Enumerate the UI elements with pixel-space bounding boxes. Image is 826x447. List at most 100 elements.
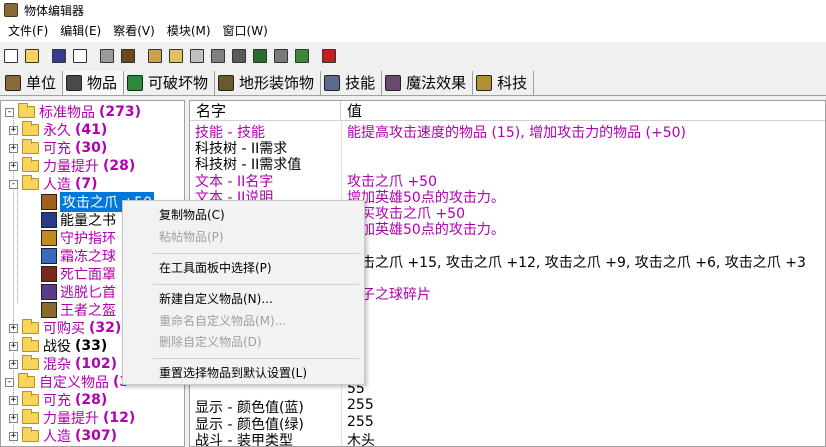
tree-folder[interactable]: + 力量提升 (12) (9, 409, 135, 427)
context-menu-item[interactable]: 新建自定义物品(N)... (159, 289, 273, 309)
tree-guide-line (17, 185, 18, 303)
new-button[interactable] (1, 46, 21, 66)
units-tab-icon (5, 74, 21, 91)
tree-folder-label: 战役 (43, 339, 71, 355)
dagger-icon (41, 284, 57, 300)
collapse-icon[interactable]: - (9, 179, 18, 189)
context-menu-item[interactable]: 在工具面板中选择(P) (159, 258, 272, 278)
expand-icon[interactable]: + (9, 431, 18, 441)
expand-icon[interactable]: + (9, 143, 18, 153)
tree-folder-count: (30) (75, 140, 108, 156)
book-icon (41, 212, 57, 228)
menu-item[interactable]: 文件(F) (2, 20, 54, 42)
tree-item-label: 逃脱匕首 (60, 285, 116, 301)
name-column-header[interactable]: 名字 (190, 101, 341, 121)
copy-button[interactable] (70, 46, 90, 66)
unit-button[interactable] (118, 46, 138, 66)
open-icon (25, 49, 39, 63)
text-button[interactable] (166, 46, 186, 66)
terrain-icon (148, 49, 162, 63)
tree-item[interactable]: 王者之盔 (41, 301, 116, 319)
context-menu-item[interactable]: 复制物品(C) (159, 205, 225, 225)
tree-folder[interactable]: + 混杂 (102) (9, 355, 117, 373)
sound-icon (190, 49, 204, 63)
text-icon (169, 49, 183, 63)
new-icon (4, 49, 18, 63)
folder-icon (18, 373, 35, 388)
tree-folder-label: 混杂 (43, 357, 71, 373)
folder-icon (22, 391, 39, 406)
tree-folder[interactable]: + 可充 (28) (9, 391, 107, 409)
open-button[interactable] (22, 46, 42, 66)
context-menu-item: 重命名自定义物品(M)... (159, 314, 287, 328)
frost-orb-icon (41, 248, 57, 264)
tab-label: 物品 (87, 74, 118, 92)
paste-button[interactable] (97, 46, 117, 66)
tree-folder[interactable]: + 力量提升 (28) (9, 157, 135, 175)
save-icon (52, 49, 66, 63)
export-button[interactable] (292, 46, 312, 66)
expand-icon[interactable]: + (9, 323, 18, 333)
tab-destructibles[interactable]: 可破坏物 (124, 70, 216, 95)
tab-buffs[interactable]: 魔法效果 (382, 70, 474, 95)
import-icon (274, 49, 288, 63)
menu-item[interactable]: 察看(V) (107, 20, 161, 42)
collapse-icon[interactable]: - (5, 107, 14, 117)
abilities-tab-icon (324, 74, 341, 91)
expand-icon[interactable]: + (9, 125, 18, 135)
test-map-button[interactable] (319, 46, 339, 66)
window-title: 物体编辑器 (24, 3, 85, 18)
upgrades-tab-icon (476, 74, 493, 91)
expand-icon[interactable]: + (9, 395, 18, 405)
sound-button[interactable] (187, 46, 207, 66)
menu-bar: 文件(F) 编辑(E) 察看(V) 模块(M) 窗口(W) (0, 20, 826, 42)
trigger-button[interactable] (250, 46, 270, 66)
tree-folder-label: 标准物品 (39, 105, 95, 121)
tree-item[interactable]: 能量之书 (41, 211, 116, 229)
tree-folder[interactable]: + 可充 (30) (9, 139, 107, 157)
tree-item[interactable]: 守护指环 (41, 229, 116, 247)
context-menu-item: 删除自定义物品(D) (159, 335, 262, 349)
tab-items[interactable]: 物品 (63, 70, 125, 95)
paste-icon (100, 49, 114, 63)
tree-folder[interactable]: - 标准物品 (273) (5, 103, 141, 121)
terrain-button[interactable] (145, 46, 165, 66)
folder-icon (22, 355, 39, 370)
mask-icon (41, 266, 57, 282)
expand-icon[interactable]: + (9, 359, 18, 369)
tab-units[interactable]: 单位 (2, 70, 64, 95)
menu-item[interactable]: 窗口(W) (217, 20, 274, 42)
import-button[interactable] (271, 46, 291, 66)
ai-button[interactable] (208, 46, 228, 66)
expand-icon[interactable]: + (9, 341, 18, 351)
tree-folder[interactable]: + 人造 (307) (9, 427, 117, 445)
tree-item[interactable]: 霜冻之球 (41, 247, 116, 265)
save-button[interactable] (49, 46, 69, 66)
folder-icon (22, 139, 39, 154)
tree-folder[interactable]: - 人造 (7) (9, 175, 98, 193)
menu-item[interactable]: 编辑(E) (54, 20, 107, 42)
export-icon (295, 49, 309, 63)
menu-item[interactable]: 模块(M) (161, 20, 217, 42)
property-value: 255 (347, 397, 374, 414)
tab-upgrades[interactable]: 科技 (473, 70, 535, 95)
tab-abilities[interactable]: 技能 (321, 70, 383, 95)
collapse-icon[interactable]: - (5, 377, 14, 387)
property-value: 木头 (347, 432, 375, 447)
tree-item[interactable]: 逃脱匕首 (41, 283, 116, 301)
folder-icon (18, 103, 35, 118)
context-menu-item[interactable]: 重置选择物品到默认设置(L) (159, 363, 307, 383)
tree-folder[interactable]: -自定义物品(3 (5, 373, 129, 391)
expand-icon[interactable]: + (9, 413, 18, 423)
tree-folder[interactable]: + 可购买 (32) (9, 319, 121, 337)
keyboard-button[interactable] (229, 46, 249, 66)
tree-item[interactable]: 死亡面罩 (41, 265, 116, 283)
tree-folder[interactable]: + 战役 (33) (9, 337, 107, 355)
value-column-header[interactable]: 值 (341, 101, 825, 121)
expand-icon[interactable]: + (9, 161, 18, 171)
tab-doodads[interactable]: 地形装饰物 (215, 70, 322, 95)
tree-folder[interactable]: + 永久 (41) (9, 121, 107, 139)
grid-header: 名字 值 (190, 101, 825, 121)
tree-item-label: 守护指环 (60, 231, 116, 247)
property-row[interactable]: 战斗 - 装甲类型 木头 (190, 430, 825, 447)
